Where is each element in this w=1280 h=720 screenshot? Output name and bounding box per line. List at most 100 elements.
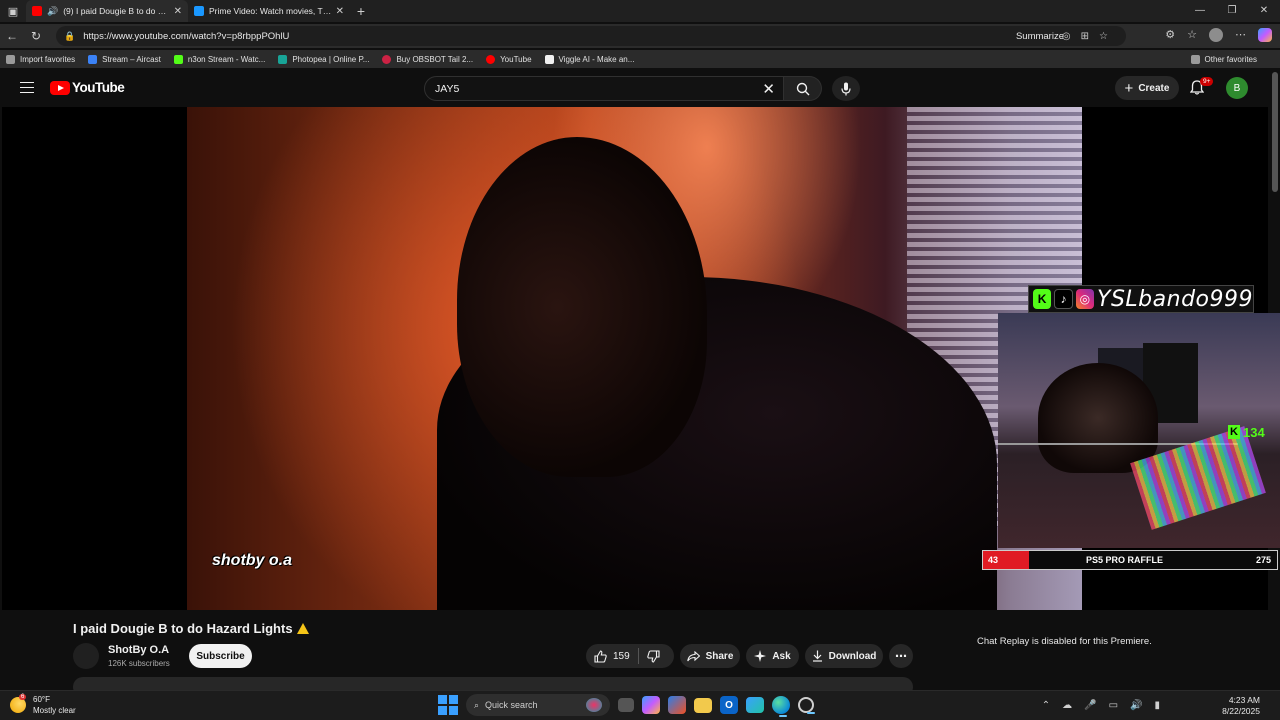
outlook-icon[interactable]: O bbox=[720, 696, 738, 714]
bookmark-aircast[interactable]: Stream – Aircast bbox=[88, 54, 161, 64]
video-watermark: shotby o.a bbox=[212, 552, 293, 569]
volume-icon[interactable]: 🔊 bbox=[1130, 700, 1142, 711]
youtube-play-icon bbox=[50, 80, 70, 95]
close-tab-icon[interactable]: ✕ bbox=[336, 6, 344, 17]
summarize-button[interactable]: Summarize bbox=[1016, 31, 1064, 42]
minimize-icon[interactable]: — bbox=[1184, 0, 1216, 22]
weather-widget[interactable]: 6 60°F Mostly clear bbox=[10, 694, 76, 716]
tab-prime-video[interactable]: Prime Video: Watch movies, TV shows ✕ bbox=[188, 0, 350, 22]
subscribe-button[interactable]: Subscribe bbox=[189, 644, 252, 668]
game-app-icon[interactable] bbox=[798, 697, 815, 714]
download-icon bbox=[812, 650, 822, 662]
new-tab-button[interactable]: + bbox=[350, 3, 372, 19]
clock-date: 8/22/2025 bbox=[1222, 706, 1260, 716]
prime-favicon-icon bbox=[194, 6, 204, 16]
tab-actions-icon[interactable]: ▣ bbox=[0, 0, 26, 22]
warning-icon bbox=[296, 623, 309, 634]
store-icon[interactable] bbox=[668, 696, 686, 714]
like-button[interactable]: 159 bbox=[586, 644, 638, 668]
taskbar-clock[interactable]: 4:23 AM 8/22/2025 bbox=[1222, 695, 1260, 717]
window-controls: — ❐ ✕ bbox=[1184, 0, 1280, 22]
like-count: 159 bbox=[613, 650, 630, 662]
mic-tray-icon[interactable]: 🎤 bbox=[1084, 700, 1096, 711]
account-avatar[interactable]: B bbox=[1226, 77, 1248, 99]
close-tab-icon[interactable]: ✕ bbox=[174, 6, 182, 17]
channel-name[interactable]: ShotBy O.A bbox=[108, 644, 169, 656]
download-label: Download bbox=[828, 650, 877, 662]
ask-button[interactable]: Ask bbox=[746, 644, 799, 668]
bookmark-label: YouTube bbox=[500, 54, 532, 64]
favorites-icon[interactable]: ☆ bbox=[1187, 28, 1197, 42]
description-box[interactable] bbox=[73, 677, 913, 690]
clear-search-icon[interactable]: ✕ bbox=[762, 80, 775, 98]
dislike-button[interactable] bbox=[639, 644, 668, 668]
photopea-icon bbox=[278, 54, 288, 64]
video-frame[interactable]: shotby o.a bbox=[187, 107, 1082, 610]
system-tray: ⌃ ☁ 🎤 ▭ 🔊 ▮ bbox=[1042, 700, 1160, 711]
bookmark-youtube[interactable]: YouTube bbox=[486, 54, 532, 64]
display-icon[interactable]: ▭ bbox=[1109, 700, 1118, 711]
download-button[interactable]: Download bbox=[805, 644, 883, 668]
refresh-icon[interactable]: ↻ bbox=[24, 29, 48, 43]
start-icon[interactable] bbox=[438, 695, 458, 715]
aircast-icon bbox=[88, 54, 98, 64]
channel-avatar[interactable] bbox=[73, 643, 99, 669]
url-field[interactable]: 🔒 https://www.youtube.com/watch?v=p8rbpp… bbox=[56, 26, 1126, 46]
bookmark-import-favorites[interactable]: Import favorites bbox=[6, 54, 75, 64]
raffle-label: PS5 PRO RAFFLE bbox=[1085, 555, 1163, 565]
folder-icon bbox=[1190, 54, 1200, 64]
search-button[interactable] bbox=[784, 76, 822, 101]
lock-icon[interactable]: 🔒 bbox=[64, 31, 75, 42]
video-subject-head bbox=[457, 137, 707, 477]
close-window-icon[interactable]: ✕ bbox=[1248, 0, 1280, 22]
profile-icon[interactable] bbox=[1209, 28, 1223, 42]
search-input[interactable]: JAY5 ✕ bbox=[424, 76, 784, 101]
page-scrollbar[interactable] bbox=[1272, 72, 1278, 192]
bookmark-other-favorites[interactable]: Other favorites bbox=[1190, 54, 1257, 64]
back-icon[interactable]: ← bbox=[0, 29, 24, 43]
tray-chevron-icon[interactable]: ⌃ bbox=[1042, 700, 1050, 711]
tab-youtube[interactable]: 🔊 (9) I paid Dougie B to do Hazard Light… bbox=[26, 0, 188, 22]
folder-icon bbox=[6, 54, 15, 64]
photos-icon[interactable] bbox=[746, 697, 764, 713]
taskbar-search[interactable]: ⌕ Quick search bbox=[466, 694, 610, 716]
bookmark-obsbot[interactable]: Buy OBSBOT Tail 2... bbox=[382, 54, 473, 64]
share-label: Share bbox=[705, 650, 734, 662]
thumbs-down-icon bbox=[646, 649, 660, 663]
raffle-goal: 275 bbox=[1255, 555, 1271, 565]
bookmark-photopea[interactable]: Photopea | Online P... bbox=[278, 54, 370, 64]
bookmark-label: Photopea | Online P... bbox=[292, 54, 370, 64]
voice-search-button[interactable] bbox=[832, 76, 860, 101]
tab-title: (9) I paid Dougie B to do Hazard Lights bbox=[63, 6, 169, 16]
create-label: Create bbox=[1138, 82, 1170, 94]
more-menu-icon[interactable]: ⋯ bbox=[1235, 28, 1246, 42]
cloud-icon[interactable]: ☁ bbox=[1062, 700, 1072, 711]
copilot-app-icon[interactable] bbox=[642, 696, 660, 714]
copilot-icon[interactable] bbox=[1258, 28, 1272, 42]
bookmark-n3on[interactable]: n3on Stream - Watc... bbox=[173, 54, 265, 64]
address-actions[interactable]: ◎⊞☆ bbox=[1062, 31, 1118, 42]
browser-tab-strip: ▣ 🔊 (9) I paid Dougie B to do Hazard Lig… bbox=[0, 0, 1280, 22]
youtube-logo[interactable]: YouTube bbox=[50, 80, 125, 95]
search-icon bbox=[796, 82, 809, 95]
extensions-icon[interactable]: ⚙ bbox=[1165, 28, 1175, 42]
bookmark-viggle[interactable]: Viggle AI - Make an... bbox=[544, 54, 634, 64]
bookmarks-bar: Import favorites Stream – Aircast n3on S… bbox=[0, 50, 1280, 68]
share-button[interactable]: Share bbox=[680, 644, 740, 668]
menu-icon[interactable] bbox=[20, 82, 34, 93]
youtube-header: YouTube JAY5 ✕ + Create 9+ B bbox=[0, 68, 1268, 108]
speaker-icon[interactable]: 🔊 bbox=[47, 6, 58, 17]
more-actions-button[interactable]: ⋯ bbox=[889, 644, 913, 668]
bookmark-label: Stream – Aircast bbox=[102, 54, 161, 64]
file-explorer-icon[interactable] bbox=[694, 697, 712, 713]
raffle-progress-bar: 43 PS5 PRO RAFFLE 275 bbox=[982, 550, 1278, 570]
restore-icon[interactable]: ❐ bbox=[1216, 0, 1248, 22]
address-bar-row: ← ↻ 🔒 https://www.youtube.com/watch?v=p8… bbox=[0, 24, 1280, 48]
edge-icon[interactable] bbox=[772, 696, 790, 717]
create-button[interactable]: + Create bbox=[1115, 76, 1179, 100]
more-icon: ⋯ bbox=[895, 649, 907, 663]
viggle-icon bbox=[544, 54, 554, 64]
battery-icon[interactable]: ▮ bbox=[1154, 700, 1160, 711]
video-player[interactable]: shotby o.a K ♪ ◎ YSLbando999 K 134 43 PS… bbox=[2, 107, 1280, 610]
task-view-icon[interactable] bbox=[618, 698, 634, 712]
